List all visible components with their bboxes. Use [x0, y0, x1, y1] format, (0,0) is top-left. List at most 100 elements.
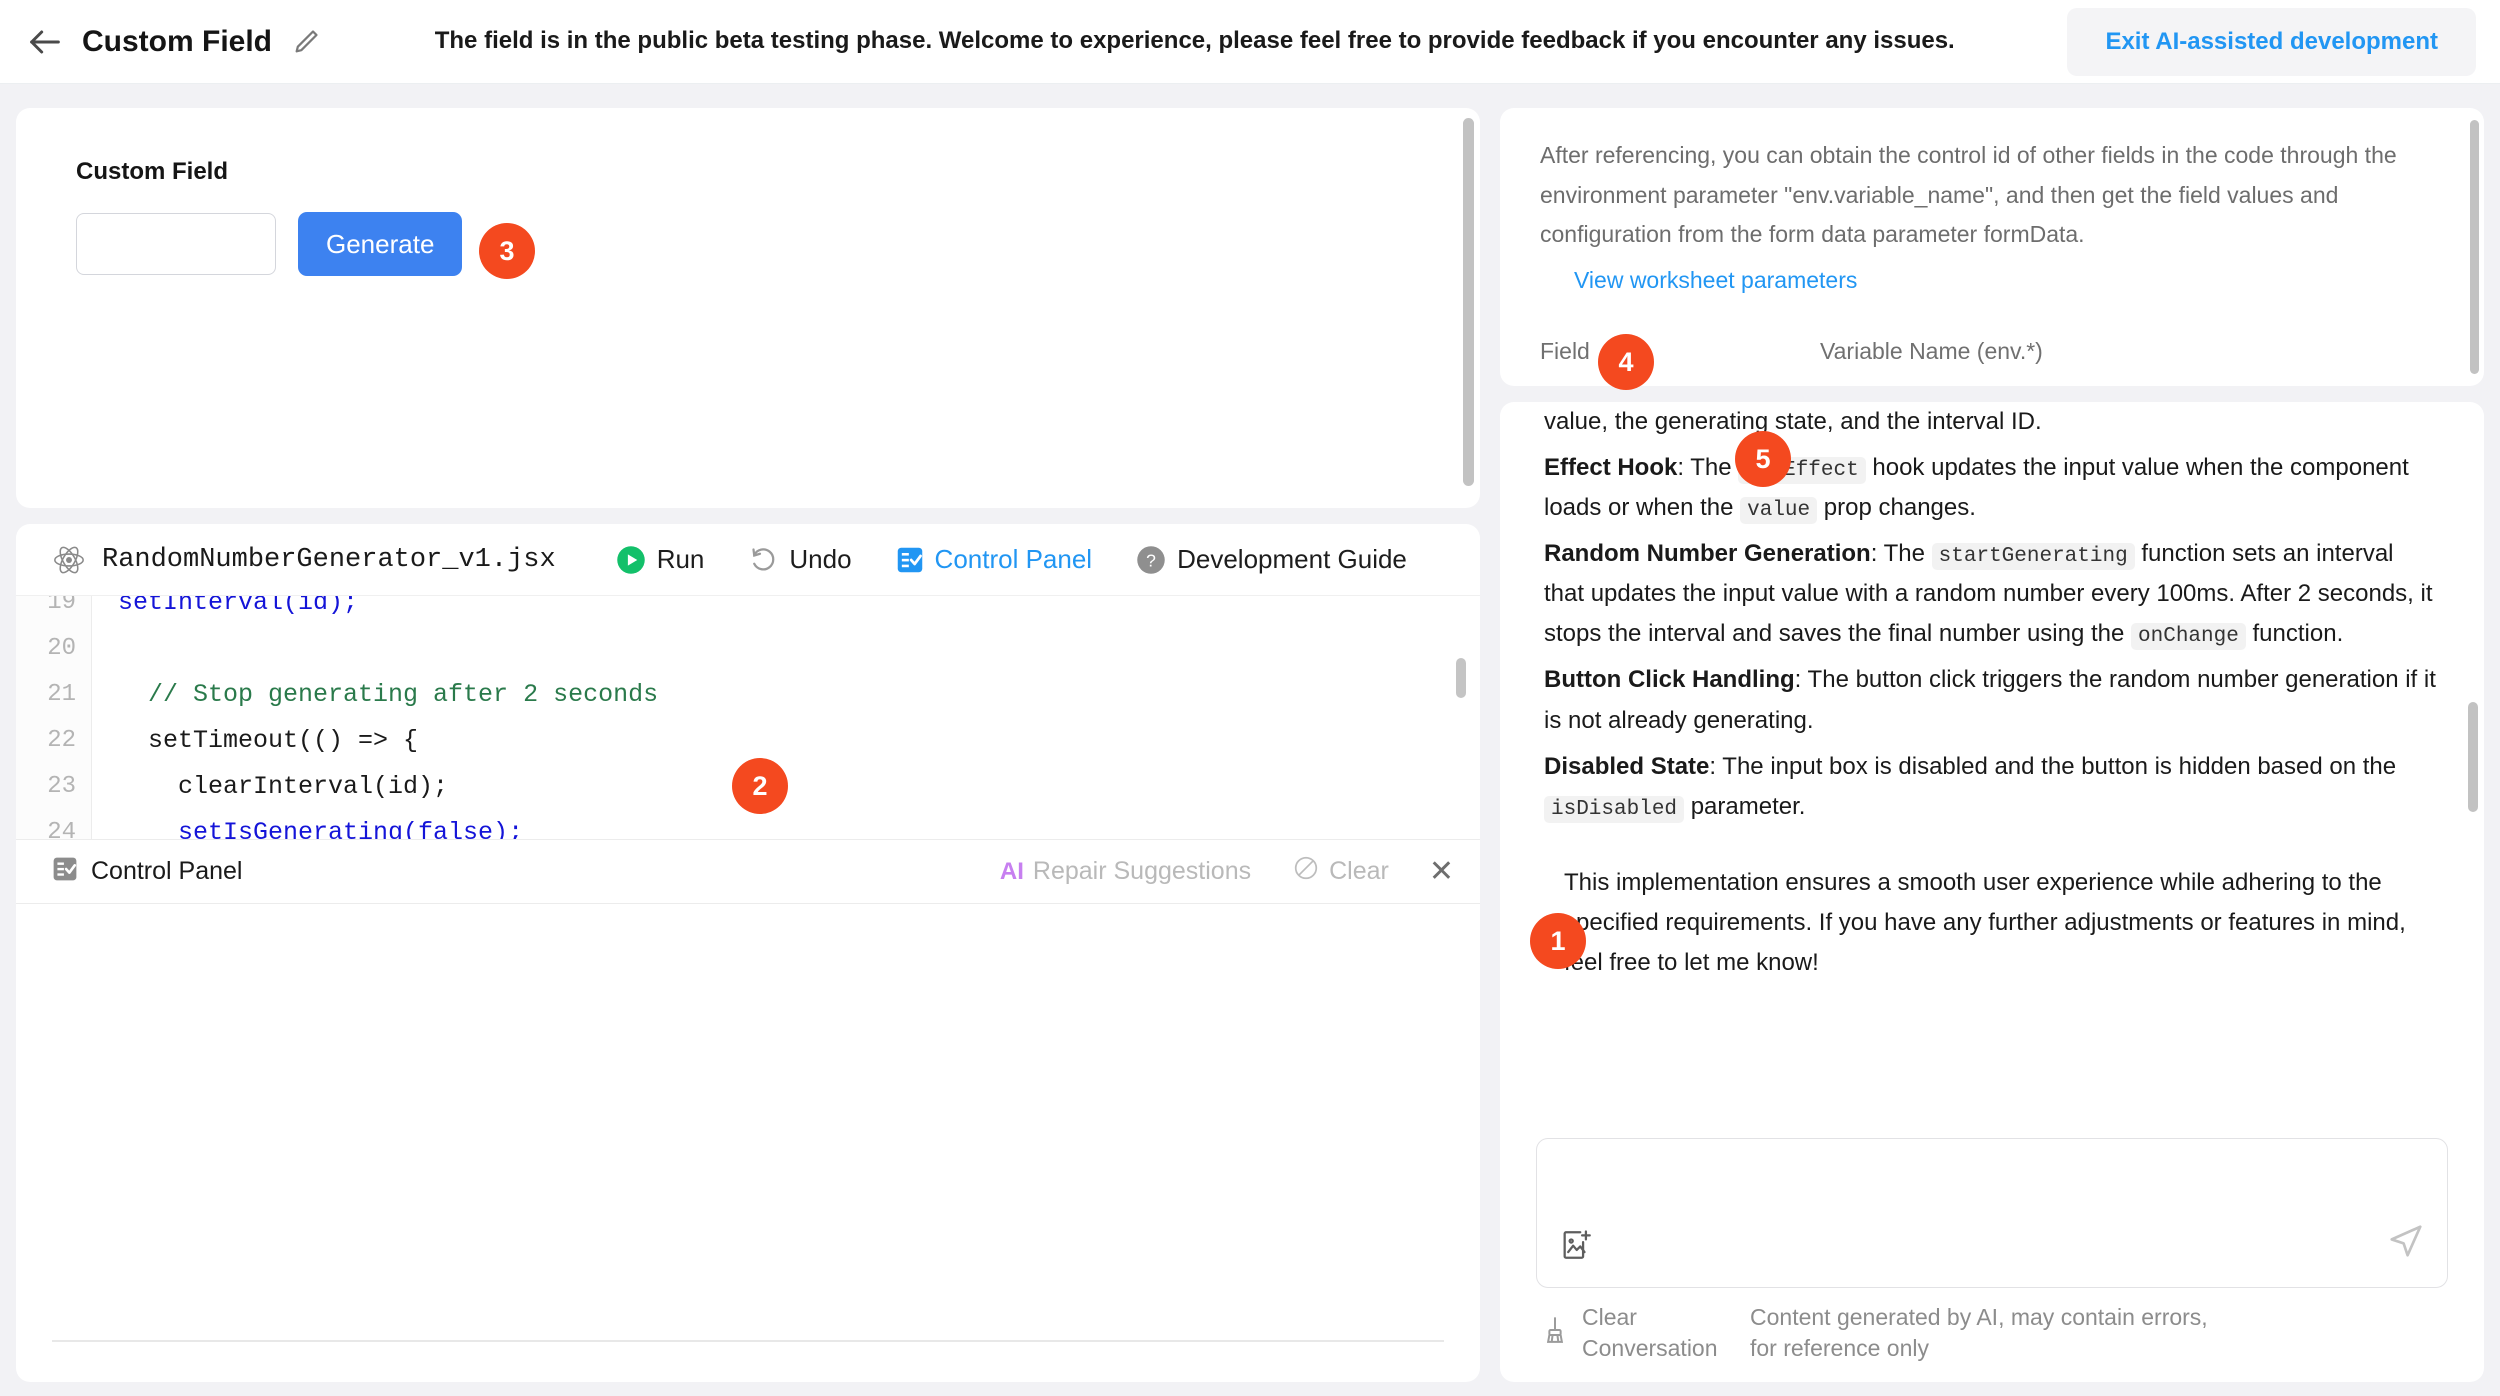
chat-bullet-3-title: Button Click Handling	[1544, 666, 1795, 694]
chat-input-wrap	[1500, 1137, 2484, 1288]
params-description: After referencing, you can obtain the co…	[1540, 142, 2397, 248]
workspace: Custom Field Generate RandomNumberGenera…	[0, 84, 2500, 1396]
chat-bullet-4-a: : The input box is disabled and the butt…	[1709, 752, 2397, 780]
chat-message-scroll[interactable]: value, the generating state, and the int…	[1500, 402, 2484, 1138]
code-line: 22 setTimeout(() => {	[16, 718, 1480, 764]
annotation-badge-4: 4	[1598, 334, 1654, 390]
undo-label: Undo	[789, 544, 852, 574]
params-panel-scrollbar[interactable]	[2470, 120, 2479, 374]
chat-bullet-2-code1: startGenerating	[1931, 543, 2135, 571]
control-panel-label: Control Panel	[934, 544, 1093, 574]
svg-text:?: ?	[1146, 550, 1156, 570]
play-icon	[616, 545, 646, 575]
send-message-icon[interactable]	[2387, 1222, 2425, 1265]
back-icon[interactable]	[22, 19, 68, 65]
chat-bullet-4-code1: isDisabled	[1544, 795, 1685, 823]
params-table-header: Field Variable Name (env.*)	[1540, 338, 2444, 365]
development-guide-button[interactable]: ? Development Guide	[1136, 544, 1407, 575]
custom-field-label: Custom Field	[76, 158, 229, 185]
run-button[interactable]: Run	[616, 544, 705, 575]
page-title: Custom Field	[82, 24, 273, 58]
annotation-badge-1: 1	[1530, 913, 1586, 969]
code-scrollbar[interactable]	[1456, 658, 1466, 698]
broom-icon	[1540, 1315, 1570, 1351]
control-panel-title: Control Panel	[91, 857, 243, 885]
chat-bullet-2: Random Number Generation: The startGener…	[1544, 534, 2440, 654]
line-content: setInterval(id);	[118, 596, 359, 617]
ai-disclaimer: Content generated by AI, may contain err…	[1750, 1303, 2208, 1361]
chat-bullet-4-title: Disabled State	[1544, 752, 1710, 780]
repair-suggestions-button[interactable]: AI Repair Suggestions	[1000, 857, 1251, 886]
help-icon: ?	[1136, 545, 1166, 575]
line-number: 24	[47, 819, 76, 840]
line-content: setIsGenerating(false);	[118, 818, 524, 840]
annotation-badge-3: 3	[479, 223, 535, 279]
code-line: 21 // Stop generating after 2 seconds	[16, 672, 1480, 718]
field-preview-panel: Custom Field Generate	[16, 108, 1480, 508]
chat-line-0: value, the generating state, and the int…	[1544, 408, 2042, 435]
editor-filename: RandomNumberGenerator_v1.jsx	[102, 544, 556, 575]
chat-input-box[interactable]	[1536, 1137, 2448, 1288]
clear-console-button[interactable]: Clear	[1293, 855, 1389, 888]
generate-button[interactable]: Generate	[298, 212, 463, 276]
beta-banner: The field is in the public beta testing …	[434, 27, 1955, 55]
annotation-badge-2: 2	[732, 758, 788, 814]
line-content	[92, 626, 118, 672]
chat-bullet-1: Effect Hook: The useEffect hook updates …	[1544, 448, 2440, 528]
line-number: 22	[47, 727, 76, 754]
development-guide-label: Development Guide	[1177, 544, 1407, 574]
line-content: clearInterval(id);	[118, 772, 449, 801]
control-panel-icon	[896, 546, 924, 574]
chat-footer: Clear Conversation Content generated by …	[1500, 1288, 2484, 1382]
control-panel-title-group: Control Panel	[52, 856, 242, 887]
clear-conversation-button[interactable]: Clear Conversation	[1540, 1302, 1728, 1364]
chat-bullet-1-a: : The	[1677, 454, 1739, 482]
undo-button[interactable]: Undo	[748, 544, 852, 575]
editor-tool-group: Run Undo Control Panel ? Development Gui…	[616, 544, 1451, 575]
chat-bullet-1-c: prop changes.	[1817, 494, 1976, 522]
react-file-icon	[52, 543, 86, 577]
code-line: 19 setInterval(id);	[16, 596, 1480, 626]
chat-bullet-2-code2: onChange	[2131, 623, 2246, 651]
editor-footer-divider	[52, 1340, 1444, 1342]
preview-panel-scrollbar[interactable]	[1463, 118, 1474, 486]
ai-icon: AI	[999, 857, 1024, 885]
editor-toolbar: RandomNumberGenerator_v1.jsx Run Undo Co…	[16, 524, 1480, 596]
image-upload-icon[interactable]	[1559, 1228, 1593, 1267]
clear-label: Clear	[1329, 857, 1389, 885]
control-panel-actions: AI Repair Suggestions Clear ✕	[958, 854, 1454, 889]
undo-icon	[748, 545, 778, 575]
annotation-badge-5: 5	[1735, 431, 1791, 487]
code-line: 20	[16, 626, 1480, 672]
chat-bullet-2-a: : The	[1870, 540, 1932, 568]
custom-field-row: Generate	[76, 212, 1480, 276]
chat-bullet-2-title: Random Number Generation	[1544, 540, 1871, 568]
chat-bullet-1-code2: value	[1740, 497, 1818, 525]
chat-scrollbar[interactable]	[2468, 702, 2478, 812]
control-panel-icon	[52, 856, 78, 887]
chat-assistant-message: value, the generating state, and the int…	[1544, 402, 2440, 983]
column-header-field: Field	[1540, 337, 1590, 364]
view-worksheet-parameters-link[interactable]: View worksheet parameters	[1574, 267, 1857, 294]
chat-bullet-4: Disabled State: The input box is disable…	[1544, 747, 2440, 827]
line-number: 23	[47, 773, 76, 800]
chat-closing-paragraph: This implementation ensures a smooth use…	[1564, 868, 2406, 976]
exit-ai-development-button[interactable]: Exit AI-assisted development	[2067, 7, 2476, 76]
run-label: Run	[656, 544, 705, 574]
line-number: 19	[47, 596, 76, 616]
chat-bullet-2-c: function.	[2245, 620, 2344, 648]
chat-input-field[interactable]	[1553, 1150, 2377, 1231]
close-control-panel-button[interactable]: ✕	[1429, 854, 1454, 889]
line-number: 21	[47, 681, 76, 708]
chat-bullet-1-title: Effect Hook	[1544, 454, 1678, 482]
control-panel-bar: Control Panel AI Repair Suggestions Clea…	[16, 840, 1480, 904]
chat-bullet-4-b: parameter.	[1684, 792, 1806, 820]
edit-pencil-icon[interactable]	[290, 26, 322, 58]
control-panel-button[interactable]: Control Panel	[896, 544, 1093, 575]
custom-field-input[interactable]	[76, 213, 276, 275]
repair-suggestions-label: Repair Suggestions	[1032, 857, 1252, 885]
control-panel-output	[16, 904, 1480, 1364]
line-number: 20	[47, 635, 76, 662]
column-header-variable-name: Variable Name (env.*)	[1820, 337, 2043, 364]
code-editor-panel: RandomNumberGenerator_v1.jsx Run Undo Co…	[16, 524, 1480, 1382]
